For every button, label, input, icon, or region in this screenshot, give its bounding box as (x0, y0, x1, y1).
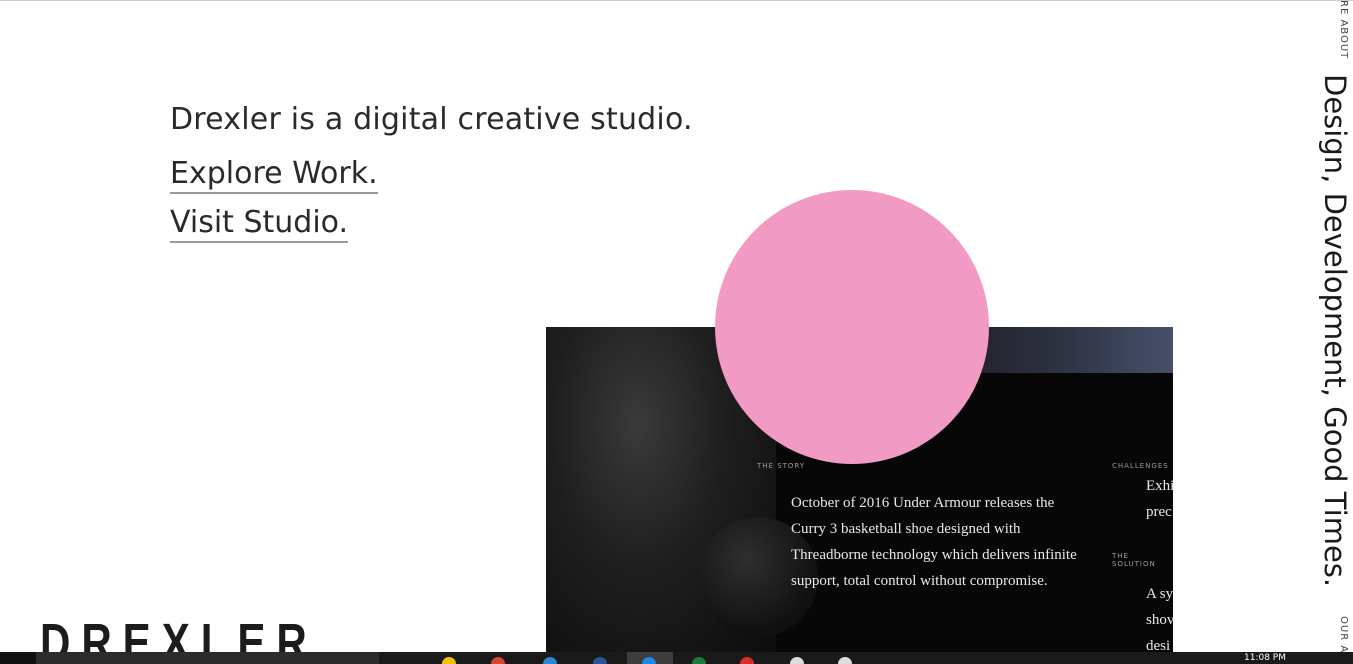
solution-text: A sy shov desi (1146, 586, 1173, 652)
office-icon[interactable] (491, 657, 505, 664)
explore-work-link[interactable]: Explore Work. (170, 156, 378, 194)
edge-icon[interactable] (543, 657, 557, 664)
challenges-text: Exhi prec (1146, 478, 1173, 520)
studio-intro: Drexler is a digital creative studio. (170, 102, 693, 137)
start-button[interactable] (0, 652, 36, 664)
story-label: THE STORY (757, 462, 806, 470)
browser-icon[interactable] (642, 657, 656, 664)
solution-label: THE SOLUTION (1112, 552, 1156, 568)
chrome-icon[interactable] (740, 657, 754, 664)
app-icon[interactable] (790, 657, 804, 664)
tagline-text: Design, Development, Good Times. (1318, 74, 1352, 588)
our-nav[interactable]: OUR A (1338, 616, 1349, 653)
more-about-nav[interactable]: RE ABOUT (1338, 0, 1349, 59)
file-explorer-icon[interactable] (442, 657, 456, 664)
top-divider (0, 0, 1353, 1)
windows-taskbar: 11:08 PM (0, 652, 1353, 664)
visit-studio-link[interactable]: Visit Studio. (170, 205, 349, 243)
challenges-label: CHALLENGES (1112, 462, 1169, 470)
system-clock[interactable]: 11:08 PM (1244, 653, 1286, 663)
excel-icon[interactable] (692, 657, 706, 664)
word-icon[interactable] (593, 657, 607, 664)
taskbar-search-box[interactable] (36, 652, 379, 664)
story-text: October of 2016 Under Armour releases th… (791, 495, 1077, 589)
side-tagline: Design, Development, Good Times. (1318, 74, 1353, 587)
pink-circle-cursor (715, 190, 989, 464)
clapper-icon[interactable] (838, 657, 852, 664)
